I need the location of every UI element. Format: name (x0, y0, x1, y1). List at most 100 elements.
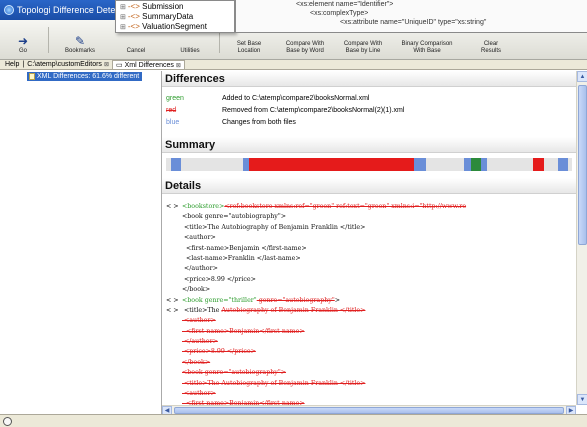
details-heading: Details (162, 178, 576, 194)
horizontal-scrollbar[interactable]: ◀ ▶ (162, 405, 576, 415)
element-tag-icon: -<> (127, 2, 140, 11)
app-window: Topologi Difference Detect ➜ Go ✎ Bookmarks… (0, 0, 587, 427)
close-icon[interactable]: ⊠ (176, 62, 181, 69)
detail-text: <author> (182, 317, 216, 325)
summary-segment[interactable] (464, 158, 472, 171)
results-tree: XML Differences: 61.6% different (0, 71, 162, 414)
detail-text: </book> (182, 358, 211, 366)
detail-line: <price>8.99 </price> (166, 347, 570, 357)
detail-line: <title>The Autobiography of Benjamin Fra… (166, 379, 570, 389)
legend-row: green Added to C:\atemp\compare2\booksNor… (166, 93, 566, 105)
detail-text: <book genre="autobiography"> (182, 369, 287, 377)
detail-line: <first-name>Benjamin </first-name> (166, 244, 570, 254)
detail-line: </book> (166, 285, 570, 295)
toolbar-button-label: Set Base Location (236, 41, 262, 54)
detail-text: > (334, 296, 341, 304)
detail-text: genre="autobiography" (256, 296, 335, 304)
dropdown-item[interactable]: ⊞ -<> Submission (120, 2, 230, 12)
tab-path-label: C:\atemp\customEditors (27, 61, 102, 68)
expand-icon[interactable]: ⊞ (120, 24, 126, 31)
code-line: <xs:element name="Identifier"> (296, 1, 394, 8)
detail-text: </author> (182, 338, 218, 346)
detail-line: </author> (166, 264, 570, 274)
detail-text: <title>The Autobiography of Benjamin Fra… (182, 379, 366, 387)
change-marker[interactable]: < > (166, 202, 182, 212)
scroll-up-icon[interactable]: ▲ (577, 71, 587, 82)
dropdown-item-label: SummaryData (142, 12, 194, 21)
detail-line: <book genre="autobiography"> (166, 212, 570, 222)
detail-line: </book> (166, 358, 570, 368)
toolbar-separator (48, 27, 49, 53)
details-listing: < > <bookstore><ref:bookstore xmlns:ref="… (166, 202, 570, 405)
element-dropdown: ⊞ -<> Submission ⊞ -<> SummaryData ⊞ -<> Valu… (115, 0, 235, 33)
legend-key: green (166, 95, 184, 102)
change-marker[interactable]: < > (166, 296, 182, 306)
detail-text: <ref:bookstore xmlns:ref="green" ref:tex… (224, 203, 467, 210)
toolbar-button-label: Bookmarks (64, 48, 95, 54)
code-line: <xs:attribute name="UniqueID" type="xs:s… (340, 19, 487, 26)
detail-text: <price>8.99 </price> (182, 275, 256, 283)
change-marker[interactable]: < > (166, 306, 182, 316)
element-tag-icon: -<> (127, 12, 140, 21)
summary-segment[interactable] (249, 158, 414, 171)
toolbar-button-1[interactable]: ✎ Bookmarks (51, 19, 109, 59)
detail-text: <author> (182, 390, 216, 398)
toolbar-button-label: Compare With Base by Word (285, 41, 325, 54)
summary-segment[interactable] (171, 158, 182, 171)
detail-text: </book> (182, 286, 211, 294)
legend-key: blue (166, 119, 180, 126)
detail-text: <first-name>Benjamin </first-name> (182, 244, 307, 252)
detail-text: <author> (182, 234, 216, 242)
summary-segment[interactable] (480, 158, 487, 171)
tab-xml-label: Xml Differences (124, 61, 174, 69)
detail-text: <title>The Autobiography of Benjamin Fra… (182, 223, 366, 231)
dropdown-item[interactable]: ⊞ -<> SummaryData (120, 12, 230, 22)
summary-segment[interactable] (533, 158, 544, 171)
toolbar-button-label: Go (18, 48, 27, 54)
horizontal-scroll-thumb[interactable] (174, 407, 564, 414)
vertical-scroll-thumb[interactable] (578, 85, 587, 245)
code-tooltip: <xs:element name="Identifier"> <xs:comple… (235, 0, 587, 33)
tree-item-xml-differences[interactable]: XML Differences: 61.6% different (27, 72, 143, 81)
summary-segment[interactable] (557, 158, 568, 171)
summary-segment[interactable] (413, 158, 426, 171)
summary-heading: Summary (162, 137, 576, 153)
summary-segment[interactable] (471, 158, 481, 171)
detail-line: < > <book genre="thriller" genre="autobio… (166, 296, 570, 306)
doc-small-icon: ▭ (115, 62, 123, 69)
detail-line: <title>The Autobiography of Benjamin Fra… (166, 223, 570, 233)
detail-text: <first-name>Benjamin</first-name> (182, 327, 305, 335)
detail-line: <last-name>Franklin </last-name> (166, 254, 570, 264)
detail-line: <book genre="autobiography"> (166, 368, 570, 378)
differences-heading: Differences (162, 71, 576, 87)
element-tag-icon: -<> (127, 22, 140, 31)
tab-xml-differences[interactable]: ▭ Xml Differences ⊠ (111, 60, 185, 69)
toolbar-button-0[interactable]: ➜ Go (0, 19, 46, 59)
tab-help[interactable]: Help (2, 61, 22, 68)
dropdown-item-label: Submission (142, 2, 184, 11)
tab-help-label: Help (5, 61, 20, 68)
go-icon: ➜ (17, 34, 29, 48)
detail-text: </author> (182, 265, 218, 273)
differences-legend: green Added to C:\atemp\compare2\booksNor… (166, 93, 566, 129)
toolbar-button-label: Utilities (180, 48, 200, 54)
status-icon (3, 417, 12, 426)
bookmark-icon: ✎ (74, 34, 86, 48)
legend-text: Changes from both files (222, 119, 296, 126)
legend-text: Added to C:\atemp\compare2\booksNormal.x… (222, 95, 370, 102)
legend-row: blue Changes from both files (166, 117, 566, 129)
expand-icon[interactable]: ⊞ (120, 4, 126, 11)
document-icon (29, 73, 35, 80)
detail-line: <author> (166, 233, 570, 243)
summary-bar (166, 158, 572, 171)
expand-icon[interactable]: ⊞ (120, 14, 126, 21)
dropdown-item[interactable]: ⊞ -<> ValuationSegment (120, 22, 230, 32)
close-icon[interactable]: ⊠ (104, 61, 109, 68)
tab-path[interactable]: C:\atemp\customEditors ⊠ (24, 61, 112, 68)
status-bar (0, 414, 587, 427)
scroll-down-icon[interactable]: ▼ (577, 394, 587, 405)
toolbar-button-label: Clear Results (480, 41, 501, 54)
detail-text: <title>The (182, 306, 222, 314)
vertical-scrollbar[interactable]: ▲ ▼ (576, 71, 587, 405)
legend-text: Removed from C:\atemp\compare2\booksNorm… (222, 107, 405, 114)
